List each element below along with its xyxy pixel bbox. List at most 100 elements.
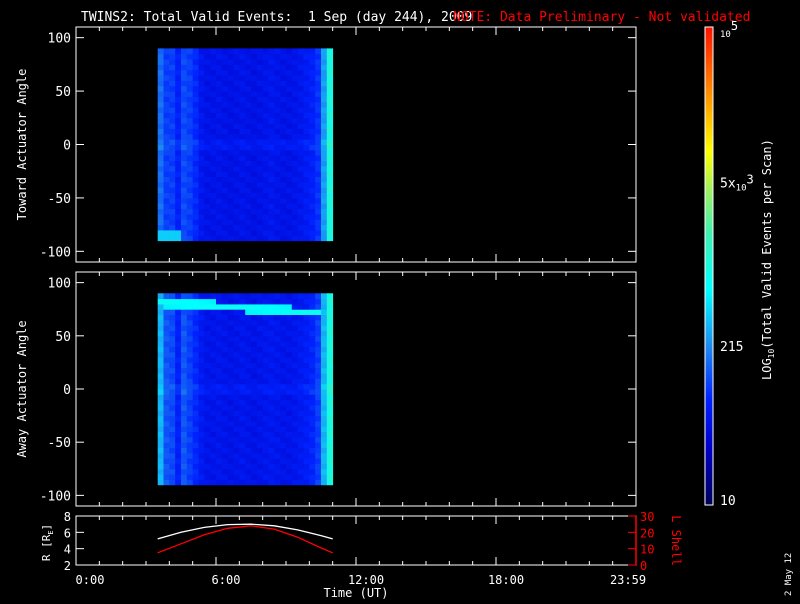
spectrogram-cell (169, 224, 176, 231)
spectrogram-cell (297, 415, 304, 422)
spectrogram-cell (192, 399, 199, 406)
spectrogram-cell (227, 458, 234, 464)
spectrogram-cell (239, 463, 246, 470)
spectrogram-cell (210, 192, 217, 199)
spectrogram-cell (280, 399, 287, 406)
spectrogram-cell (210, 80, 217, 87)
spectrogram-cell (268, 458, 275, 464)
spectrogram-cell (268, 181, 275, 188)
spectrogram-cell (216, 357, 223, 363)
spectrogram-cell (157, 314, 164, 321)
spectrogram-cell (309, 165, 316, 172)
spectrogram-cell (274, 399, 281, 406)
spectrogram-cell (251, 155, 258, 161)
spectrogram-cell (326, 378, 334, 385)
spectrogram-cell (297, 405, 304, 411)
spectrogram-cell (175, 346, 182, 353)
spectrogram-cell (245, 133, 252, 140)
spectrogram-cell (216, 383, 223, 390)
spectrogram-cell (303, 373, 310, 379)
spectrogram-cell (245, 309, 252, 315)
spectrogram-cell (233, 107, 240, 113)
spectrogram-cell (297, 293, 304, 300)
spectrogram-cell (186, 128, 194, 135)
spectrogram-cell (210, 59, 217, 65)
spectrogram-cell (326, 85, 334, 92)
spectrogram-cell (216, 117, 223, 124)
spectrogram-cell (175, 362, 182, 369)
spectrogram-cell (204, 383, 211, 390)
spectrogram-cell (233, 112, 240, 119)
spectrogram-cell (291, 69, 299, 76)
spectrogram-cell (233, 171, 240, 177)
spectrogram-cell (280, 330, 287, 337)
spectrogram-cell (186, 208, 194, 215)
spectrogram-cell (192, 426, 199, 432)
spectrogram-cell (309, 335, 316, 342)
spectrogram-cell (251, 139, 258, 145)
spectrogram-cell (309, 187, 316, 193)
spectrogram-cell (286, 230, 293, 236)
spectrogram-cell (157, 474, 164, 480)
spectrogram-cell (186, 155, 194, 161)
spectrogram-cell (286, 181, 293, 188)
spectrogram-cell (291, 436, 299, 443)
spectrogram-cell (286, 165, 293, 172)
spectrogram-cell (198, 53, 205, 60)
spectrogram-cell (169, 341, 176, 347)
spectrogram-cell (163, 378, 170, 385)
spectrogram-cell (157, 219, 164, 226)
spectrogram-cell (303, 144, 310, 151)
spectrogram-cell (245, 181, 252, 188)
spectrogram-cell (326, 75, 334, 81)
spectrogram-cell (326, 452, 334, 459)
spectrogram-cell (181, 431, 188, 438)
spectrogram-cell (321, 351, 328, 358)
spectrogram-cell (315, 463, 322, 470)
spectrogram-cell (221, 479, 229, 486)
spectrogram-cell (291, 48, 299, 55)
spectrogram-cell (169, 64, 176, 71)
spectrogram-cell (233, 325, 240, 331)
spectrogram-cell (210, 431, 217, 438)
spectrogram-cell (286, 155, 293, 161)
spectrogram-cell (175, 80, 182, 87)
spectrogram-cell (326, 107, 334, 113)
spectrogram-cell (297, 341, 304, 347)
spectrogram-cell (227, 468, 234, 475)
spectrogram-cell (274, 325, 281, 331)
spectrogram-cell (262, 208, 269, 215)
spectrogram-cell (268, 139, 275, 145)
spectrogram-cell (186, 415, 194, 422)
spectrogram-cell (181, 208, 188, 215)
spectrogram-cell (256, 346, 264, 353)
spectrogram-cell (315, 399, 322, 406)
spectrogram-cell (315, 383, 322, 390)
spectrogram-cell (239, 96, 246, 103)
spectrogram-cell (210, 319, 217, 326)
spectrogram-cell (204, 208, 211, 215)
spectrogram-cell (239, 181, 246, 188)
spectrogram-cell (192, 149, 199, 156)
spectrogram-cell (186, 373, 194, 379)
spectrogram-cell (169, 458, 176, 464)
spectrogram-cell (186, 319, 194, 326)
spectrogram-cell (239, 367, 246, 374)
spectrogram-cell (315, 314, 322, 321)
spectrogram-cell (256, 203, 264, 210)
spectrogram-cell (157, 330, 164, 337)
spectrogram-cell (239, 479, 246, 486)
spectrogram-cell (280, 176, 287, 183)
spectrogram-cell (169, 431, 176, 438)
spectrogram-cell (321, 203, 328, 210)
spectrogram-cell (216, 394, 223, 401)
spectrogram-cell (192, 160, 199, 167)
spectrogram-cell (216, 176, 223, 183)
spectrogram-cell (175, 53, 182, 60)
x-tick-label: 23:59 (610, 573, 646, 587)
spectrogram-cell (227, 85, 234, 92)
spectrogram-cell (181, 133, 188, 140)
spectrogram-cell (268, 123, 275, 129)
spectrogram-cell (326, 96, 334, 103)
spectrogram-cell (280, 442, 287, 448)
